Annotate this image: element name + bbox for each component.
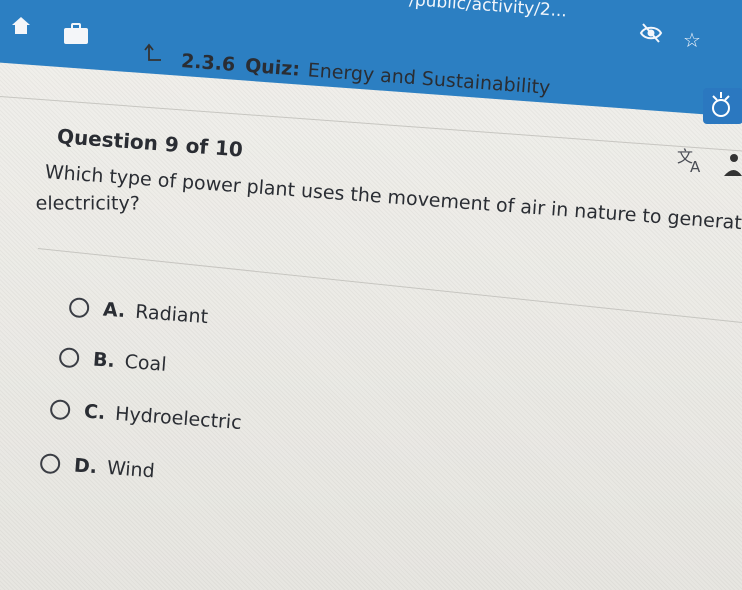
option-letter: C. bbox=[83, 400, 107, 424]
svg-text:A: A bbox=[690, 158, 701, 174]
translate-icon[interactable]: 文 A bbox=[676, 146, 706, 174]
option-letter: A. bbox=[102, 298, 127, 323]
eye-slash-icon[interactable] bbox=[638, 20, 664, 46]
course-number: 2.3.6 bbox=[180, 50, 236, 76]
course-type: Quiz: bbox=[244, 54, 301, 81]
question-text-line2: electricity? bbox=[35, 192, 140, 215]
option-label: Coal bbox=[123, 350, 168, 376]
radio-button[interactable] bbox=[58, 346, 80, 369]
option-letter: B. bbox=[92, 348, 116, 373]
option-label: Wind bbox=[106, 456, 156, 483]
radio-button[interactable] bbox=[68, 296, 90, 319]
sidebar-tool-icon[interactable] bbox=[703, 88, 742, 124]
person-icon[interactable] bbox=[722, 152, 742, 178]
arrow-up-icon[interactable] bbox=[143, 42, 165, 64]
option-letter: D. bbox=[73, 454, 98, 479]
briefcase-icon[interactable] bbox=[62, 22, 90, 46]
star-icon[interactable]: ☆ bbox=[683, 30, 701, 50]
radio-button[interactable] bbox=[39, 452, 61, 475]
home-icon[interactable] bbox=[10, 14, 32, 36]
radio-button[interactable] bbox=[49, 398, 71, 421]
